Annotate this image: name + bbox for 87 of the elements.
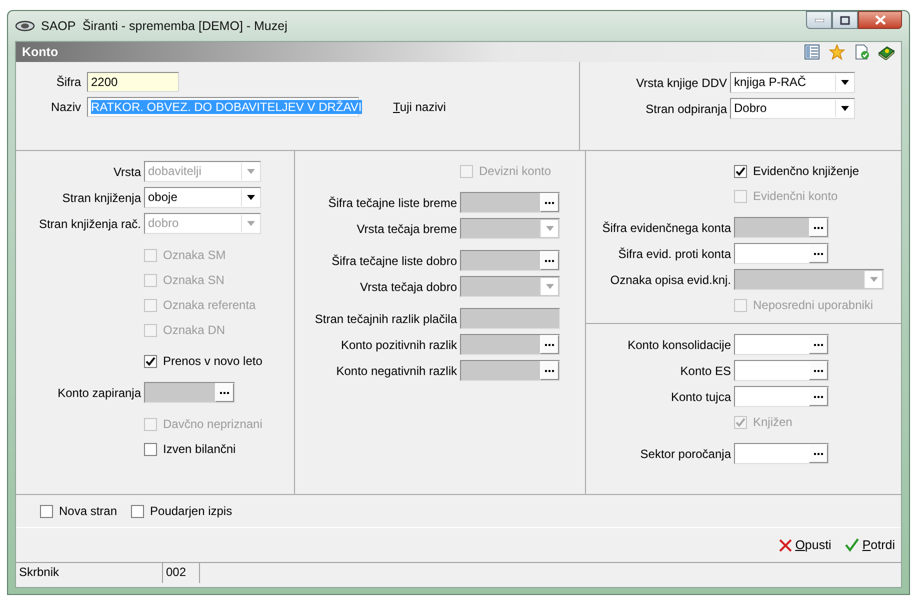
checkbox-label: Izven bilančni bbox=[163, 442, 236, 456]
checkbox-label: Evidenčno knjiženje bbox=[753, 164, 860, 178]
checkbox-label: Oznaka referenta bbox=[163, 298, 256, 312]
field-label: Stran knjiženja bbox=[61, 190, 142, 204]
browse-button[interactable] bbox=[809, 361, 828, 380]
dropdown-arrow-icon bbox=[246, 195, 254, 200]
window-title: SAOP Širanti - sprememba [DEMO] - Muzej bbox=[41, 19, 288, 33]
cancel-button[interactable]: Opusti bbox=[779, 538, 832, 552]
dropdown-arrow-icon bbox=[840, 106, 848, 111]
dropdown-field[interactable]: Dobro bbox=[730, 98, 855, 119]
field-label: Šifra tečajne liste breme bbox=[327, 196, 458, 210]
field-label: Naziv bbox=[50, 100, 81, 114]
lookup-field[interactable] bbox=[734, 243, 829, 264]
checkbox[interactable] bbox=[144, 442, 157, 456]
field-label: Stran odpiranja bbox=[644, 102, 728, 116]
checkbox-label: Oznaka SN bbox=[163, 273, 224, 287]
confirm-button[interactable]: Potrdi bbox=[845, 538, 895, 552]
list-button[interactable] bbox=[803, 44, 820, 60]
status-text: 002 bbox=[163, 563, 200, 583]
lookup-field[interactable] bbox=[734, 386, 829, 407]
field-label: Šifra bbox=[55, 75, 81, 89]
close-button[interactable] bbox=[858, 11, 902, 29]
field-label: Stran knjiženja rač. bbox=[38, 216, 142, 230]
lookup-field[interactable] bbox=[734, 443, 829, 464]
minimize-icon bbox=[814, 18, 824, 22]
field-label: Vrsta tečaja breme bbox=[356, 222, 458, 236]
app-icon bbox=[15, 20, 35, 32]
dropdown-arrow-icon bbox=[546, 284, 554, 289]
help-button[interactable] bbox=[878, 44, 895, 60]
checkbox-label: Devizni konto bbox=[479, 164, 552, 178]
field-label: Sektor poročanja bbox=[639, 446, 732, 460]
list-icon bbox=[804, 44, 820, 60]
field-label: Šifra tečajne liste dobro bbox=[330, 254, 458, 268]
field-label: Šifra evid. proti konta bbox=[617, 246, 732, 260]
field-label: Konto tujca bbox=[670, 390, 732, 404]
field-label: Vrsta tečaja dobro bbox=[359, 280, 458, 294]
document-button[interactable] bbox=[853, 44, 870, 60]
foreign-names-link[interactable]: Tuji nazivi bbox=[393, 100, 446, 114]
checkmark-icon bbox=[845, 538, 860, 552]
field-label: Oznaka opisa evid.knj. bbox=[609, 272, 732, 286]
field-label: Konto ES bbox=[679, 364, 732, 378]
dropdown-arrow-icon bbox=[546, 226, 554, 231]
browse-button[interactable] bbox=[809, 444, 828, 463]
checkbox[interactable] bbox=[131, 504, 144, 518]
field-label: Konto pozitivnih razlik bbox=[340, 338, 458, 352]
field-label: Stran tečajnih razlik plačila bbox=[314, 312, 458, 326]
close-icon bbox=[874, 15, 886, 25]
checkbox[interactable] bbox=[40, 504, 53, 518]
checkbox[interactable] bbox=[734, 164, 747, 178]
browse-button[interactable] bbox=[809, 387, 828, 406]
maximize-button[interactable] bbox=[832, 11, 858, 29]
checkbox[interactable] bbox=[144, 354, 157, 368]
checkbox-label: Prenos v novo leto bbox=[163, 354, 262, 368]
field-label: Konto konsolidacije bbox=[626, 338, 732, 352]
checkbox-label: Oznaka SM bbox=[163, 248, 226, 262]
document-check-icon bbox=[854, 44, 870, 60]
minimize-button[interactable] bbox=[806, 11, 832, 29]
dropdown-arrow-icon bbox=[246, 169, 254, 174]
lookup-field[interactable] bbox=[734, 334, 829, 355]
dropdown-field[interactable]: knjiga P-RAČ bbox=[730, 72, 855, 93]
close-icon bbox=[779, 538, 792, 552]
checkbox-label: Knjižen bbox=[753, 415, 792, 429]
checkbox-label: Nova stran bbox=[59, 504, 118, 518]
book-icon bbox=[878, 44, 895, 60]
dropdown-arrow-icon bbox=[246, 221, 254, 226]
field-label: Konto negativnih razlik bbox=[335, 364, 458, 378]
dropdown-arrow-icon bbox=[840, 80, 848, 85]
status-text: Skrbnik bbox=[16, 563, 163, 583]
star-icon bbox=[828, 44, 844, 60]
lookup-field[interactable] bbox=[734, 360, 829, 381]
dropdown-field[interactable]: oboje bbox=[144, 187, 261, 208]
maximize-icon bbox=[840, 16, 850, 24]
input-field[interactable]: 2200 bbox=[87, 72, 179, 92]
browse-button[interactable] bbox=[809, 244, 828, 263]
dropdown-arrow-icon bbox=[870, 277, 878, 282]
field-label: Vrsta knjige DDV bbox=[635, 76, 728, 90]
form-title: Konto bbox=[22, 45, 58, 59]
checkbox-label: Neposredni uporabniki bbox=[753, 298, 874, 312]
checkbox-label: Oznaka DN bbox=[163, 323, 226, 337]
field-label: Konto zapiranja bbox=[56, 386, 142, 400]
favorite-button[interactable] bbox=[828, 44, 845, 60]
checkbox-label: Poudarjen izpis bbox=[150, 504, 232, 518]
field-label: Vrsta bbox=[112, 164, 142, 178]
browse-button[interactable] bbox=[809, 335, 828, 354]
checkbox-label: Davčno nepriznani bbox=[163, 417, 262, 431]
field-label: Šifra evidenčnega konta bbox=[601, 220, 732, 234]
checkbox-label: Evidenčni konto bbox=[753, 189, 838, 203]
